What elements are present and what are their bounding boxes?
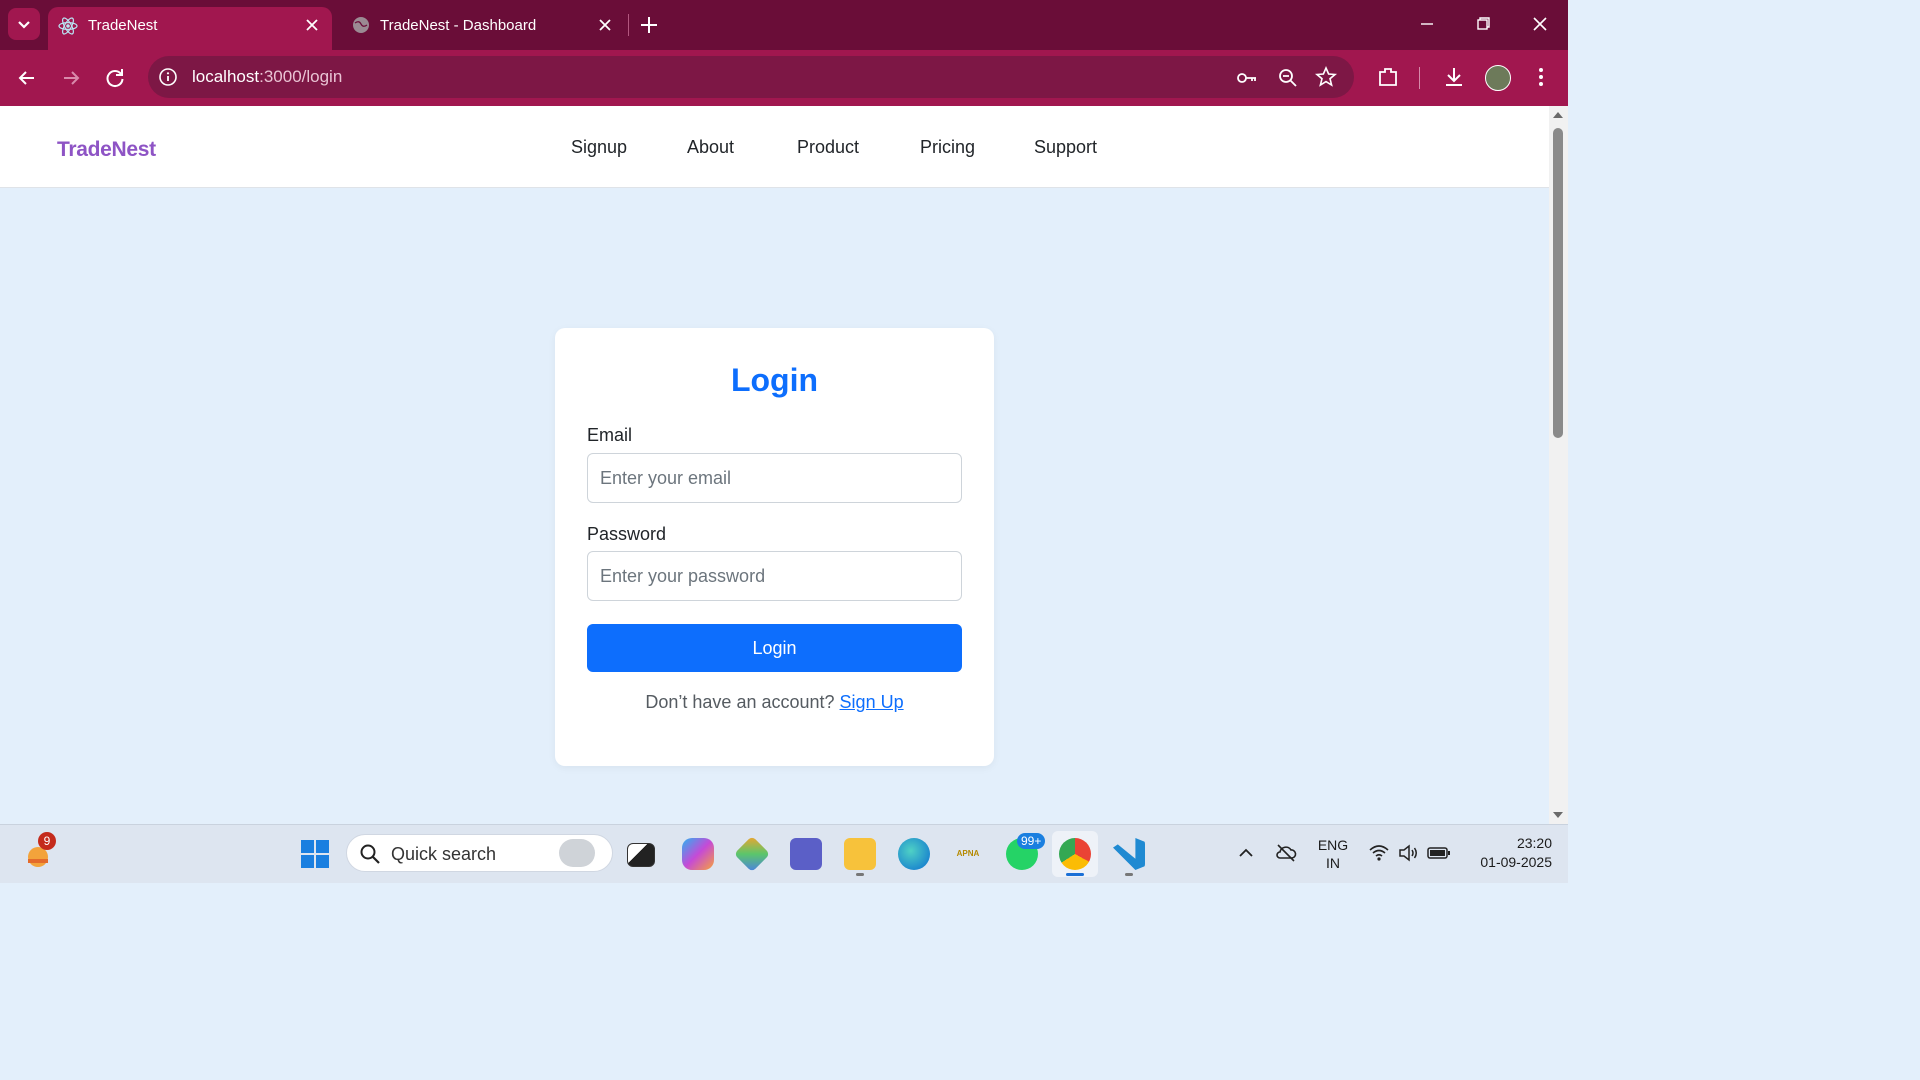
brand-logo[interactable]: TradeNest	[57, 138, 156, 162]
copilot-icon[interactable]	[682, 838, 714, 870]
nav-link-pricing[interactable]: Pricing	[920, 137, 975, 158]
zoom-icon[interactable]	[1276, 66, 1300, 90]
bookmark-star-icon[interactable]	[1314, 65, 1338, 89]
chrome-icon[interactable]	[1059, 838, 1091, 870]
url-path: :3000/login	[259, 67, 343, 86]
site-navbar: TradeNest Signup About Product Pricing S…	[0, 106, 1549, 188]
signup-prompt-text: Don’t have an account?	[645, 692, 835, 712]
page-viewport: TradeNest Signup About Product Pricing S…	[0, 106, 1549, 824]
tab-title: TradeNest	[88, 17, 158, 34]
app-icon[interactable]	[733, 835, 771, 873]
language-indicator[interactable]: ENG IN	[1316, 836, 1350, 872]
search-icon	[360, 844, 380, 864]
scroll-up-arrow-icon[interactable]	[1552, 110, 1564, 120]
url-text: localhost:3000/login	[192, 67, 342, 87]
close-icon[interactable]	[597, 17, 613, 33]
browser-tab-strip: TradeNest TradeNest - Dashboard	[0, 0, 1568, 50]
weather-badge: 9	[38, 832, 56, 850]
clock-time: 23:20	[1516, 835, 1552, 851]
close-window-icon[interactable]	[1526, 10, 1554, 38]
chevron-down-icon	[18, 21, 30, 29]
download-icon[interactable]	[1441, 64, 1467, 90]
address-bar[interactable]: localhost:3000/login	[148, 56, 1354, 98]
more-menu-icon[interactable]	[1528, 64, 1554, 90]
taskbar-search[interactable]: Quick search	[346, 834, 613, 872]
teams-icon[interactable]	[790, 838, 822, 870]
back-arrow-icon[interactable]	[14, 65, 40, 91]
close-icon[interactable]	[304, 17, 320, 33]
search-label: Quick search	[391, 844, 497, 864]
extensions-icon[interactable]	[1375, 64, 1401, 90]
reload-icon[interactable]	[102, 65, 128, 91]
wifi-icon[interactable]	[1368, 843, 1390, 863]
toolbar-divider	[1419, 67, 1420, 89]
globe-icon	[353, 17, 369, 33]
scrollbar-thumb[interactable]	[1553, 128, 1563, 438]
active-app-indicator	[856, 873, 864, 876]
tab-dashboard[interactable]: TradeNest - Dashboard	[340, 7, 624, 45]
clock[interactable]: 23:20 01-09-2025	[1462, 834, 1552, 872]
battery-icon[interactable]	[1427, 844, 1451, 862]
signup-prompt: Don’t have an account? Sign Up	[555, 692, 994, 713]
task-view-icon[interactable]	[627, 843, 655, 867]
tab-title: TradeNest - Dashboard	[380, 17, 537, 34]
new-tab-icon[interactable]	[638, 14, 660, 36]
site-info-icon[interactable]	[158, 67, 178, 87]
chevron-up-icon[interactable]	[1236, 843, 1256, 863]
email-label: Email	[587, 425, 633, 445]
file-explorer-icon[interactable]	[844, 838, 876, 870]
tab-divider	[628, 14, 629, 36]
apna-college-icon[interactable]: APNA	[952, 838, 984, 870]
weather-widget[interactable]: 9	[22, 832, 56, 871]
restore-icon[interactable]	[1469, 10, 1497, 38]
language-code: ENG	[1317, 837, 1349, 853]
windows-taskbar: 9 Quick search APNA 99+ ENG IN 23:20 01-…	[0, 824, 1568, 883]
tab-tradenest[interactable]: TradeNest	[48, 7, 332, 50]
volume-icon[interactable]	[1397, 843, 1419, 863]
url-host: localhost	[192, 67, 260, 86]
minimize-icon[interactable]	[1413, 12, 1441, 40]
forward-arrow-icon[interactable]	[58, 65, 84, 91]
chrome-active-indicator	[1066, 873, 1084, 876]
password-key-icon[interactable]	[1235, 66, 1259, 90]
password-label: Password	[587, 524, 667, 544]
password-field[interactable]	[587, 551, 962, 601]
signup-link[interactable]: Sign Up	[840, 692, 904, 712]
nav-link-product[interactable]: Product	[797, 137, 859, 158]
nav-link-signup[interactable]: Signup	[571, 137, 627, 158]
windows-start-icon[interactable]	[300, 839, 330, 869]
onedrive-offline-icon[interactable]	[1274, 841, 1298, 865]
scroll-down-arrow-icon[interactable]	[1552, 810, 1564, 820]
vscode-icon[interactable]	[1113, 838, 1145, 870]
login-button[interactable]: Login	[587, 624, 962, 672]
login-card: Login Email Password Login Don’t have an…	[555, 328, 994, 766]
tab-search-button[interactable]	[8, 8, 40, 40]
region-code: IN	[1326, 855, 1340, 871]
edge-icon[interactable]	[898, 838, 930, 870]
login-title: Login	[730, 362, 819, 398]
react-icon	[58, 17, 78, 35]
clock-date: 01-09-2025	[1480, 854, 1552, 870]
whatsapp-badge: 99+	[1017, 833, 1046, 849]
nav-link-about[interactable]: About	[687, 137, 734, 158]
vscode-indicator	[1125, 873, 1133, 876]
search-highlight-icon	[559, 839, 595, 867]
email-field[interactable]	[587, 453, 962, 503]
profile-avatar[interactable]	[1485, 65, 1511, 91]
nav-link-support[interactable]: Support	[1034, 137, 1097, 158]
